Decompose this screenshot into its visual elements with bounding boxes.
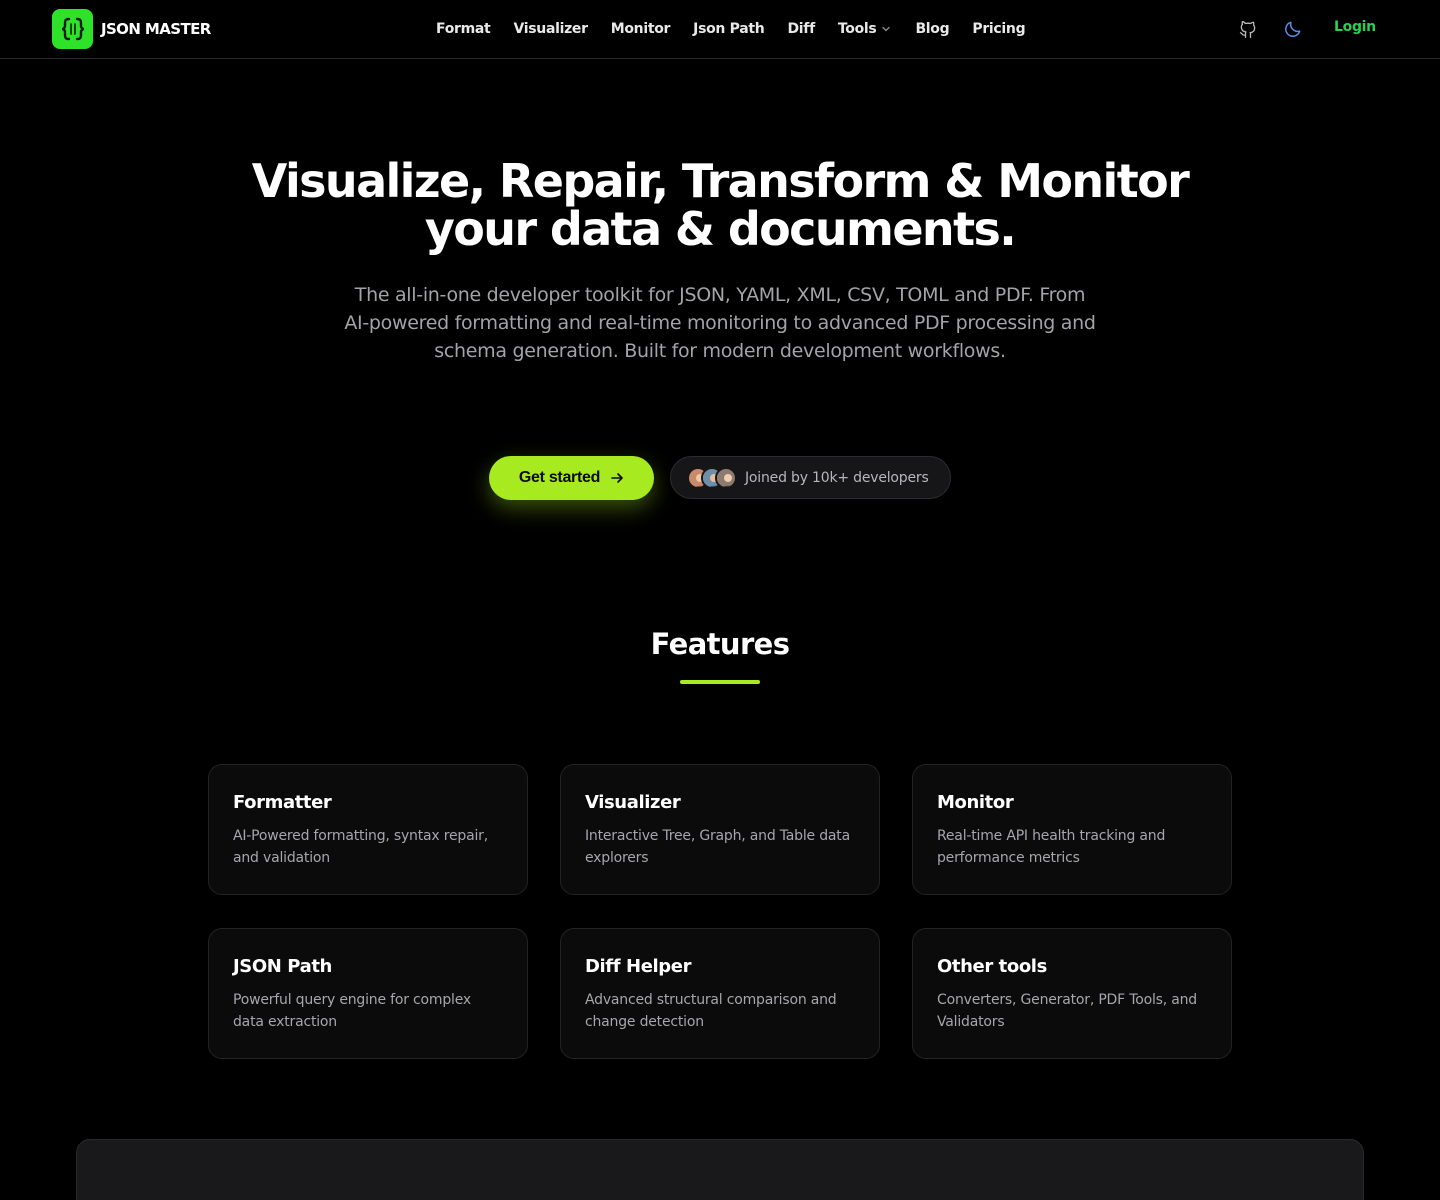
avatar <box>715 466 737 489</box>
hero-subtitle: The all-in-one developer toolkit for JSO… <box>344 284 1096 362</box>
chevron-down-icon <box>882 26 891 32</box>
hero-title: Visualize, Repair, Transform & Monitor y… <box>160 157 1280 253</box>
brand-link[interactable]: JSON MASTER <box>52 9 211 49</box>
site-header: JSON MASTER Format Visualizer Monitor Js… <box>0 0 1440 59</box>
avatar-stack <box>687 466 737 489</box>
braces-logo-icon <box>52 9 93 49</box>
main-nav: Format Visualizer Monitor Json Path Diff… <box>436 0 1026 58</box>
feature-card-title: JSON Path <box>233 956 332 977</box>
nav-tools-dropdown[interactable]: Tools <box>838 21 893 37</box>
feature-card-desc: Powerful query engine for complex data e… <box>233 992 471 1030</box>
feature-card-visualizer[interactable]: Visualizer Interactive Tree, Graph, and … <box>560 764 880 895</box>
hero-title-line-2: your data & documents. <box>424 202 1017 256</box>
feature-card-desc: Interactive Tree, Graph, and Table data … <box>585 828 850 866</box>
feature-card-desc: Converters, Generator, PDF Tools, and Va… <box>937 992 1197 1030</box>
github-icon[interactable] <box>1237 18 1259 40</box>
feature-card-desc: AI-Powered formatting, syntax repair, an… <box>233 828 488 866</box>
moon-icon[interactable] <box>1282 18 1304 40</box>
nav-format[interactable]: Format <box>436 21 491 37</box>
features-title: Features <box>650 627 790 661</box>
feature-card-diff-helper[interactable]: Diff Helper Advanced structural comparis… <box>560 928 880 1059</box>
feature-card-title: Visualizer <box>585 792 681 813</box>
feature-card-title: Other tools <box>937 956 1047 977</box>
nav-tools-label: Tools <box>837 21 877 37</box>
feature-card-monitor[interactable]: Monitor Real-time API health tracking an… <box>912 764 1232 895</box>
nav-visualizer[interactable]: Visualizer <box>513 21 588 37</box>
joined-badge: Joined by 10k+ developers <box>670 456 951 499</box>
brand-name: JSON MASTER <box>101 20 211 38</box>
feature-card-desc: Real-time API health tracking and perfor… <box>937 828 1166 866</box>
hero-title-line-1: Visualize, Repair, Transform & Monitor <box>251 154 1190 208</box>
features-underline <box>680 680 760 684</box>
get-started-label: Get started <box>518 469 601 486</box>
nav-pricing[interactable]: Pricing <box>972 21 1025 37</box>
feature-card-title: Formatter <box>233 792 332 813</box>
nav-blog[interactable]: Blog <box>915 21 949 37</box>
feature-card-formatter[interactable]: Formatter AI-Powered formatting, syntax … <box>208 764 528 895</box>
nav-json-path[interactable]: Json Path <box>693 21 765 37</box>
feature-card-json-path[interactable]: JSON Path Powerful query engine for comp… <box>208 928 528 1059</box>
preview-panel <box>76 1139 1364 1200</box>
get-started-button[interactable]: Get started <box>489 456 654 500</box>
feature-card-other-tools[interactable]: Other tools Converters, Generator, PDF T… <box>912 928 1232 1059</box>
joined-text: Joined by 10k+ developers <box>745 469 929 486</box>
login-link[interactable]: Login <box>1334 19 1376 35</box>
feature-card-title: Monitor <box>937 792 1014 813</box>
arrow-right-icon <box>611 473 623 483</box>
nav-diff[interactable]: Diff <box>787 21 815 37</box>
nav-monitor[interactable]: Monitor <box>611 21 671 37</box>
feature-card-title: Diff Helper <box>585 956 692 977</box>
feature-card-desc: Advanced structural comparison and chang… <box>585 992 837 1030</box>
